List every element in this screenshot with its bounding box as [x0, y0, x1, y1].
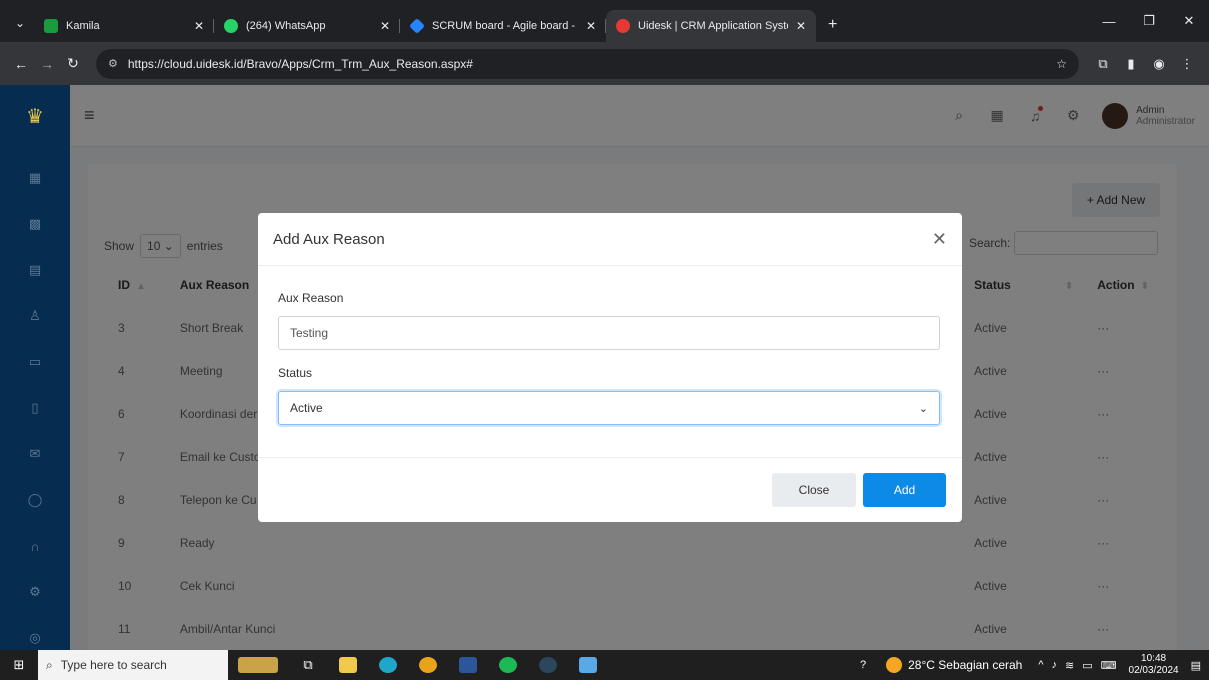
tab-close-icon[interactable]: ✕	[380, 19, 390, 33]
app-logo-icon: ♛	[26, 105, 44, 128]
sidebar-settings-icon[interactable]: ⚙	[0, 569, 70, 615]
help-icon[interactable]: ?	[860, 659, 866, 671]
status-label: Status	[278, 366, 313, 380]
network-icon[interactable]: ≋	[1065, 659, 1074, 672]
back-icon[interactable]: ←	[8, 56, 34, 72]
chevron-down-icon: ⌄	[918, 402, 928, 415]
status-select[interactable]: Active ⌄	[278, 391, 940, 425]
tab-close-icon[interactable]: ✕	[796, 19, 806, 33]
taskbar-widget-icon[interactable]	[228, 650, 288, 680]
reload-icon[interactable]: ↻	[60, 55, 86, 72]
browser-tab[interactable]: Kamila ✕	[34, 10, 214, 42]
tab-close-icon[interactable]: ✕	[194, 19, 204, 33]
task-view-icon[interactable]: ⧉	[288, 650, 328, 680]
add-button[interactable]: Add	[863, 473, 946, 507]
weather-icon	[886, 657, 903, 673]
windows-start-icon[interactable]: ⊞	[0, 657, 38, 673]
weather-widget[interactable]: 28°C Sebagian cerah	[886, 657, 1022, 673]
chrome-icon[interactable]	[408, 650, 448, 680]
chevron-up-icon[interactable]: ^	[1038, 659, 1043, 671]
close-window-icon[interactable]: ✕	[1169, 13, 1209, 29]
tab-title: (264) WhatsApp	[246, 20, 326, 32]
windows-taskbar: ⊞ ⌕ Type here to search ⧉ ? 28°C Sebagia…	[0, 650, 1209, 680]
app-main: ≡ ⌕ ▦ ♫ ⚙ Admin Administrator + Add New …	[70, 85, 1209, 650]
modal-footer: Close Add	[258, 457, 962, 522]
window-controls: — ❐ ✕	[1089, 0, 1209, 42]
tab-favicon-icon	[616, 19, 630, 33]
site-info-icon[interactable]: ⚙	[108, 57, 118, 70]
tab-favicon-icon	[224, 19, 238, 33]
system-tray: ? 28°C Sebagian cerah ^ ♪ ≋ ▭ ⌨ 10:48 02…	[856, 653, 1209, 677]
aux-reason-label: Aux Reason	[278, 291, 344, 305]
word-icon[interactable]	[448, 650, 488, 680]
address-bar[interactable]: ⚙ https://cloud.uidesk.id/Bravo/Apps/Crm…	[96, 48, 1079, 79]
add-aux-reason-modal: Add Aux Reason ✕ Aux Reason Testing Stat…	[258, 213, 962, 522]
restore-icon[interactable]: ❐	[1129, 13, 1169, 29]
extensions-icon[interactable]: ⧉	[1089, 56, 1117, 72]
modal-close-icon[interactable]: ✕	[932, 229, 947, 250]
browser-tab-active[interactable]: Uidesk | CRM Application Syste ✕	[606, 10, 816, 42]
modal-body: Aux Reason Testing Status Active ⌄	[258, 266, 962, 425]
browser-menu-icon[interactable]: ⋮	[1173, 56, 1201, 72]
steam-icon[interactable]	[528, 650, 568, 680]
tab-title: SCRUM board - Agile board - Ji	[432, 20, 578, 32]
taskbar-search-input[interactable]: ⌕ Type here to search	[38, 650, 228, 680]
modal-title: Add Aux Reason	[273, 230, 385, 248]
sidebar-user-icon[interactable]: ♙	[0, 293, 70, 339]
browser-tab-strip: ⌄ Kamila ✕ (264) WhatsApp ✕ SCRUM board …	[0, 0, 1209, 42]
file-explorer-icon[interactable]	[328, 650, 368, 680]
sidebar-headset-icon[interactable]: ∩	[0, 523, 70, 569]
aux-reason-input[interactable]: Testing	[278, 316, 940, 350]
sidebar-document-icon[interactable]: ▯	[0, 385, 70, 431]
app-icon[interactable]	[568, 650, 608, 680]
notifications-icon[interactable]: ▤	[1191, 659, 1201, 672]
side-panel-icon[interactable]: ▮	[1117, 56, 1145, 72]
sidebar-calendar-icon[interactable]: ▦	[0, 155, 70, 201]
bookmark-star-icon[interactable]: ☆	[1056, 57, 1067, 71]
battery-icon[interactable]: ▭	[1082, 659, 1092, 672]
sidebar-grid-icon[interactable]: ▩	[0, 201, 70, 247]
sidebar-monitor-icon[interactable]: ▭	[0, 339, 70, 385]
sidebar-database-icon[interactable]: ▤	[0, 247, 70, 293]
search-icon: ⌕	[46, 657, 53, 672]
edge-icon[interactable]	[368, 650, 408, 680]
clock[interactable]: 10:48 02/03/2024	[1129, 653, 1179, 677]
minimize-icon[interactable]: —	[1089, 14, 1129, 29]
app-sidebar: ♛ ▦ ▩ ▤ ♙ ▭ ▯ ✉ ◯ ∩ ⚙ ◎	[0, 85, 70, 650]
sidebar-mail-icon[interactable]: ✉	[0, 431, 70, 477]
browser-tab[interactable]: SCRUM board - Agile board - Ji ✕	[400, 10, 606, 42]
close-button[interactable]: Close	[772, 473, 856, 507]
keyboard-icon[interactable]: ⌨	[1101, 659, 1117, 672]
tab-favicon-icon	[409, 18, 425, 34]
new-tab-button[interactable]: +	[816, 16, 849, 34]
volume-icon[interactable]: ♪	[1052, 659, 1058, 671]
sidebar-chat-icon[interactable]: ◯	[0, 477, 70, 523]
tab-favicon-icon	[44, 19, 58, 33]
forward-icon[interactable]: →	[34, 56, 60, 72]
modal-header: Add Aux Reason ✕	[258, 213, 962, 266]
profile-icon[interactable]: ◉	[1145, 56, 1173, 72]
url-text: https://cloud.uidesk.id/Bravo/Apps/Crm_T…	[127, 56, 473, 71]
tab-close-icon[interactable]: ✕	[586, 19, 596, 33]
browser-tab[interactable]: (264) WhatsApp ✕	[214, 10, 400, 42]
tab-search-icon[interactable]: ⌄	[6, 8, 34, 38]
browser-toolbar: ← → ↻ ⚙ https://cloud.uidesk.id/Bravo/Ap…	[0, 42, 1209, 85]
tab-title: Kamila	[66, 20, 100, 32]
spotify-icon[interactable]	[488, 650, 528, 680]
tab-title: Uidesk | CRM Application Syste	[638, 20, 788, 32]
